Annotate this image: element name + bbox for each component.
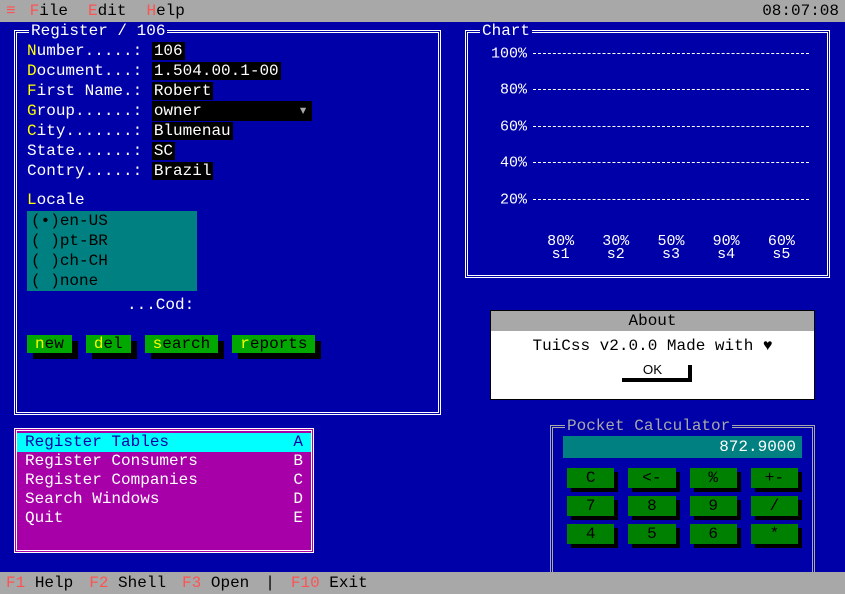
chart-panel: Chart 20%40%60%80%100%80%30%50%90%60% s1… (465, 30, 830, 278)
calc-key-/[interactable]: / (751, 496, 798, 516)
calc-key-9[interactable]: 9 (690, 496, 737, 516)
x-tick-label: s1 (552, 246, 570, 263)
firstname-field[interactable]: Robert (152, 82, 214, 100)
x-tick-label: s5 (772, 246, 790, 263)
menu-help[interactable]: Help (146, 2, 184, 20)
menu-item-d[interactable]: Search Windows D (17, 490, 311, 509)
menu-item-label: Register Companies (25, 471, 198, 490)
calc-key-%[interactable]: % (690, 468, 737, 488)
calc-key-+-[interactable]: +- (751, 468, 798, 488)
calculator-display: 872.9000 (563, 436, 802, 458)
menu-item-label: Quit (25, 509, 63, 528)
calc-key-C[interactable]: C (567, 468, 614, 488)
city-field[interactable]: Blumenau (152, 122, 233, 140)
calc-key-4[interactable]: 4 (567, 524, 614, 544)
menu-item-e[interactable]: Quit E (17, 509, 311, 528)
x-tick-label: s4 (717, 246, 735, 263)
chart-plot: 20%40%60%80%100%80%30%50%90%60% (533, 53, 809, 235)
locale-radio-group: (•)en-US ( )pt-BR ( )ch-CH ( )none (27, 211, 197, 291)
del-button[interactable]: del (86, 335, 131, 353)
y-tick-label: 20% (500, 191, 533, 208)
menubar: ≡ File Edit Help 08:07:08 (0, 0, 845, 22)
locale-en-us[interactable]: (•)en-US (27, 211, 197, 231)
menu-file[interactable]: File (30, 2, 68, 20)
menu-item-label: Register Tables (25, 433, 169, 452)
menu-item-key: C (293, 471, 303, 490)
separator: | (265, 574, 275, 592)
register-panel: Register / 106 Number.....: 106 Document… (14, 30, 441, 415)
locale-label: ocale (37, 191, 85, 209)
status-f1[interactable]: F1 Help (6, 574, 73, 592)
ok-button[interactable]: OK (618, 361, 688, 378)
statusbar: F1 Help F2 Shell F3 Open | F10 Exit (0, 572, 845, 594)
group-dropdown[interactable]: owner (152, 101, 312, 121)
calc-key-7[interactable]: 7 (567, 496, 614, 516)
reports-button[interactable]: reports (232, 335, 315, 353)
menu-item-label: Search Windows (25, 490, 159, 509)
calc-key-5[interactable]: 5 (628, 524, 675, 544)
register-title: Register / 106 (29, 22, 167, 40)
y-tick-label: 80% (500, 82, 533, 99)
menu-item-label: Register Consumers (25, 452, 198, 471)
calc-key-<-[interactable]: <- (628, 468, 675, 488)
about-title: About (491, 311, 814, 331)
status-f2[interactable]: F2 Shell (89, 574, 166, 592)
menu-item-key: E (293, 509, 303, 528)
locale-none[interactable]: ( )none (27, 271, 197, 291)
status-f3[interactable]: F3 Open (182, 574, 249, 592)
menu-item-c[interactable]: Register Companies C (17, 471, 311, 490)
calc-key-8[interactable]: 8 (628, 496, 675, 516)
state-field[interactable]: SC (152, 142, 175, 160)
calculator-title: Pocket Calculator (565, 417, 732, 435)
cod-label: ...Cod: (127, 296, 194, 314)
number-field[interactable]: 106 (152, 42, 185, 60)
status-f10[interactable]: F10 Exit (291, 574, 368, 592)
menu-edit[interactable]: Edit (88, 2, 126, 20)
new-button[interactable]: new (27, 335, 72, 353)
document-field[interactable]: 1.504.00.1-00 (152, 62, 281, 80)
menu-item-key: B (293, 452, 303, 471)
clock: 08:07:08 (762, 2, 839, 20)
menu-item-b[interactable]: Register Consumers B (17, 452, 311, 471)
menu-item-a[interactable]: Register Tables A (17, 433, 311, 452)
locale-pt-br[interactable]: ( )pt-BR (27, 231, 197, 251)
about-dialog: About TuiCss v2.0.0 Made with ♥ OK (490, 310, 815, 400)
x-tick-label: s2 (607, 246, 625, 263)
menu-item-key: D (293, 490, 303, 509)
calc-key-6[interactable]: 6 (690, 524, 737, 544)
menu-window: Register TablesARegister ConsumersBRegis… (14, 428, 314, 553)
about-body-text: TuiCss v2.0.0 Made with ♥ (501, 337, 804, 355)
y-tick-label: 100% (491, 46, 533, 63)
x-tick-label: s3 (662, 246, 680, 263)
calculator-panel: Pocket Calculator 872.9000 C<-%+-789/456… (550, 425, 815, 575)
menu-item-key: A (293, 433, 303, 452)
locale-ch-ch[interactable]: ( )ch-CH (27, 251, 197, 271)
hamburger-icon[interactable]: ≡ (6, 2, 16, 20)
y-tick-label: 60% (500, 118, 533, 135)
calc-key-*[interactable]: * (751, 524, 798, 544)
search-button[interactable]: search (145, 335, 219, 353)
y-tick-label: 40% (500, 155, 533, 172)
country-field[interactable]: Brazil (152, 162, 214, 180)
